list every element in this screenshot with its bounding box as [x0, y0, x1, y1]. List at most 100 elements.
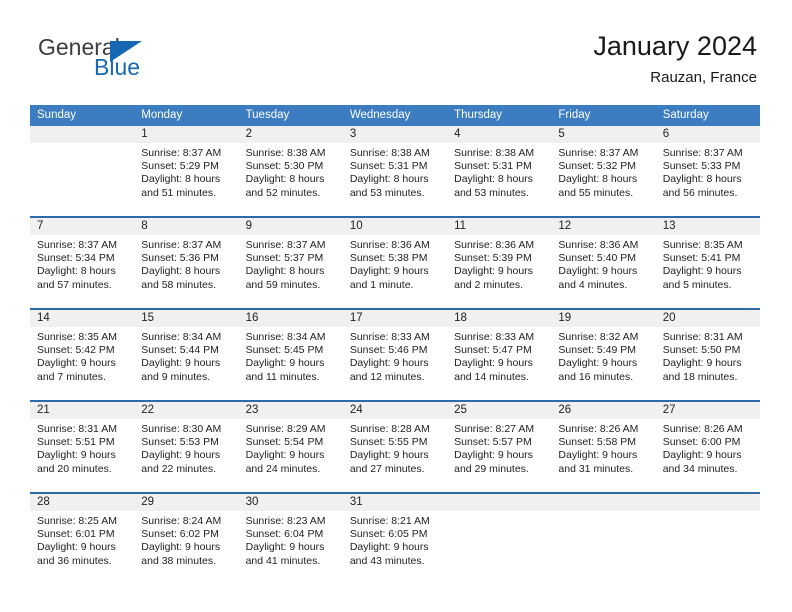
daylight-text-line1: Daylight: 9 hours — [349, 541, 429, 554]
daylight-text-line2: and 58 minutes. — [141, 278, 216, 291]
sunset-text: Sunset: 5:30 PM — [245, 160, 324, 173]
daylight-text-line1: Daylight: 8 hours — [37, 265, 116, 278]
sunset-text: Sunset: 6:01 PM — [37, 528, 115, 541]
daylight-text-line2: and 53 minutes. — [349, 186, 425, 199]
sunrise-text: Sunrise: 8:21 AM — [349, 515, 430, 527]
sunset-text: Sunset: 5:31 PM — [349, 160, 428, 173]
calendar-day-cell[interactable]: 18 Sunrise: 8:33 AM Sunset: 5:47 PM Dayligh… — [447, 308, 552, 401]
day-number — [447, 494, 552, 511]
daylight-text-line2: and 12 minutes. — [349, 370, 425, 383]
day-number: 10 — [342, 218, 448, 235]
daylight-text-line2: and 56 minutes. — [662, 186, 738, 199]
day-details: Sunrise: 8:37 AM Sunset: 5:29 PM Daylight:… — [134, 143, 238, 200]
calendar-day-cell[interactable]: 15 Sunrise: 8:34 AM Sunset: 5:44 PM Dayligh… — [134, 308, 239, 401]
day-cell-inner: 15 Sunrise: 8:34 AM Sunset: 5:44 PM Dayligh… — [134, 310, 239, 400]
daylight-text-line1: Daylight: 8 hours — [558, 173, 638, 186]
sunset-text: Sunset: 5:31 PM — [454, 160, 532, 173]
calendar-day-cell[interactable]: 13 Sunrise: 8:35 AM Sunset: 5:41 PM Dayligh… — [655, 216, 760, 309]
sunset-text: Sunset: 5:54 PM — [245, 436, 324, 449]
calendar-day-cell[interactable]: 31 Sunrise: 8:21 AM Sunset: 6:05 PM Dayligh… — [342, 492, 448, 584]
day-details: Sunrise: 8:37 AM Sunset: 5:37 PM Daylight:… — [239, 235, 343, 292]
day-number: 14 — [30, 310, 135, 327]
sunrise-text: Sunrise: 8:34 AM — [141, 331, 222, 343]
day-number: 27 — [655, 402, 760, 419]
day-details: Sunrise: 8:37 AM Sunset: 5:36 PM Daylight:… — [134, 235, 238, 292]
calendar-day-cell[interactable]: 7 Sunrise: 8:37 AM Sunset: 5:34 PM Daylight… — [30, 216, 135, 309]
page-subtitle: Rauzan, France — [650, 69, 757, 86]
daylight-text-line1: Daylight: 9 hours — [245, 541, 325, 554]
calendar-day-cell[interactable]: 23 Sunrise: 8:29 AM Sunset: 5:54 PM Dayligh… — [238, 400, 343, 493]
calendar-day-cell[interactable]: 10 Sunrise: 8:36 AM Sunset: 5:38 PM Dayligh… — [342, 216, 448, 309]
day-cell-inner: 23 Sunrise: 8:29 AM Sunset: 5:54 PM Dayligh… — [238, 402, 343, 492]
calendar-day-cell[interactable]: 9 Sunrise: 8:37 AM Sunset: 5:37 PM Daylight… — [238, 216, 343, 309]
sunrise-text: Sunrise: 8:23 AM — [245, 515, 326, 527]
calendar-day-cell[interactable]: 28 Sunrise: 8:25 AM Sunset: 6:01 PM Dayligh… — [30, 492, 135, 584]
day-cell-inner: 29 Sunrise: 8:24 AM Sunset: 6:02 PM Dayligh… — [134, 494, 239, 584]
calendar-day-cell[interactable]: 20 Sunrise: 8:31 AM Sunset: 5:50 PM Dayligh… — [655, 308, 760, 401]
calendar-day-cell[interactable]: 14 Sunrise: 8:35 AM Sunset: 5:42 PM Dayligh… — [30, 308, 135, 401]
sunset-text: Sunset: 5:40 PM — [558, 252, 637, 265]
calendar-header-row: Sunday Monday Tuesday Wednesday Thursday… — [30, 105, 760, 126]
calendar-day-cell[interactable]: 11 Sunrise: 8:36 AM Sunset: 5:39 PM Dayligh… — [447, 216, 552, 309]
weekday-header-monday: Monday — [134, 105, 239, 126]
daylight-text-line1: Daylight: 9 hours — [662, 449, 742, 462]
calendar-day-cell[interactable]: 2 Sunrise: 8:38 AM Sunset: 5:30 PM Daylight… — [238, 126, 343, 217]
day-number: 7 — [30, 218, 135, 235]
daylight-text-line2: and 52 minutes. — [245, 186, 321, 199]
day-number: 18 — [447, 310, 552, 327]
daylight-text-line2: and 27 minutes. — [349, 462, 425, 475]
sunrise-text: Sunrise: 8:37 AM — [141, 147, 222, 159]
sunset-text: Sunset: 5:39 PM — [454, 252, 532, 265]
sunset-text: Sunset: 5:42 PM — [37, 344, 115, 357]
calendar-day-cell[interactable]: 16 Sunrise: 8:34 AM Sunset: 5:45 PM Dayligh… — [238, 308, 343, 401]
sunrise-text: Sunrise: 8:37 AM — [141, 239, 222, 251]
sunrise-text: Sunrise: 8:37 AM — [662, 147, 743, 159]
day-number: 30 — [238, 494, 343, 511]
sunrise-text: Sunrise: 8:31 AM — [662, 331, 743, 343]
calendar-day-cell[interactable]: 29 Sunrise: 8:24 AM Sunset: 6:02 PM Dayligh… — [134, 492, 239, 584]
brand-name-blue: Blue — [94, 54, 141, 80]
day-number: 5 — [551, 126, 656, 143]
calendar-day-cell[interactable]: 24 Sunrise: 8:28 AM Sunset: 5:55 PM Dayligh… — [342, 400, 448, 493]
weekday-header-tuesday: Tuesday — [238, 105, 343, 126]
day-details: Sunrise: 8:24 AM Sunset: 6:02 PM Daylight:… — [134, 511, 238, 568]
calendar-day-cell[interactable]: 12 Sunrise: 8:36 AM Sunset: 5:40 PM Dayligh… — [551, 216, 656, 309]
sunset-text: Sunset: 5:33 PM — [662, 160, 741, 173]
sunrise-text: Sunrise: 8:26 AM — [558, 423, 639, 435]
sunrise-text: Sunrise: 8:38 AM — [349, 147, 430, 159]
day-cell-inner: 7 Sunrise: 8:37 AM Sunset: 5:34 PM Daylight… — [30, 218, 135, 308]
day-details: Sunrise: 8:31 AM Sunset: 5:51 PM Daylight:… — [30, 419, 134, 476]
calendar-day-cell[interactable]: 21 Sunrise: 8:31 AM Sunset: 5:51 PM Dayligh… — [30, 400, 135, 493]
calendar-day-cell[interactable]: 1 Sunrise: 8:37 AM Sunset: 5:29 PM Daylight… — [134, 126, 239, 217]
calendar-week-row: 7 Sunrise: 8:37 AM Sunset: 5:34 PM Daylight… — [30, 216, 760, 309]
sunset-text: Sunset: 6:00 PM — [662, 436, 741, 449]
sunset-text: Sunset: 5:32 PM — [558, 160, 637, 173]
calendar-day-cell[interactable]: 30 Sunrise: 8:23 AM Sunset: 6:04 PM Dayligh… — [238, 492, 343, 584]
calendar-day-cell-empty — [30, 126, 135, 217]
sunrise-text: Sunrise: 8:34 AM — [245, 331, 326, 343]
sunset-text: Sunset: 5:45 PM — [245, 344, 324, 357]
daylight-text-line1: Daylight: 9 hours — [141, 357, 221, 370]
calendar-day-cell[interactable]: 5 Sunrise: 8:37 AM Sunset: 5:32 PM Daylight… — [551, 126, 656, 217]
day-number: 11 — [447, 218, 552, 235]
calendar-day-cell[interactable]: 27 Sunrise: 8:26 AM Sunset: 6:00 PM Dayligh… — [655, 400, 760, 493]
daylight-text-line2: and 57 minutes. — [37, 278, 112, 291]
page-header: General Blue January 2024 Rauzan, France — [0, 0, 792, 100]
calendar-day-cell[interactable]: 22 Sunrise: 8:30 AM Sunset: 5:53 PM Dayligh… — [134, 400, 239, 493]
calendar-day-cell[interactable]: 6 Sunrise: 8:37 AM Sunset: 5:33 PM Daylight… — [655, 126, 760, 217]
brand-logo[interactable]: General Blue — [38, 36, 268, 88]
calendar-day-cell[interactable]: 17 Sunrise: 8:33 AM Sunset: 5:46 PM Dayligh… — [342, 308, 448, 401]
daylight-text-line2: and 55 minutes. — [558, 186, 634, 199]
calendar-day-cell[interactable]: 26 Sunrise: 8:26 AM Sunset: 5:58 PM Dayligh… — [551, 400, 656, 493]
daylight-text-line1: Daylight: 9 hours — [662, 265, 742, 278]
day-details: Sunrise: 8:30 AM Sunset: 5:53 PM Daylight:… — [134, 419, 238, 476]
daylight-text-line1: Daylight: 9 hours — [558, 265, 638, 278]
day-number: 24 — [342, 402, 448, 419]
calendar-day-cell[interactable]: 8 Sunrise: 8:37 AM Sunset: 5:36 PM Daylight… — [134, 216, 239, 309]
calendar-day-cell[interactable]: 4 Sunrise: 8:38 AM Sunset: 5:31 PM Daylight… — [447, 126, 552, 217]
sunrise-text: Sunrise: 8:33 AM — [454, 331, 535, 343]
weekday-header-sunday: Sunday — [30, 105, 135, 126]
calendar-day-cell[interactable]: 25 Sunrise: 8:27 AM Sunset: 5:57 PM Dayligh… — [447, 400, 552, 493]
calendar-day-cell[interactable]: 19 Sunrise: 8:32 AM Sunset: 5:49 PM Dayligh… — [551, 308, 656, 401]
calendar-day-cell[interactable]: 3 Sunrise: 8:38 AM Sunset: 5:31 PM Daylight… — [342, 126, 448, 217]
